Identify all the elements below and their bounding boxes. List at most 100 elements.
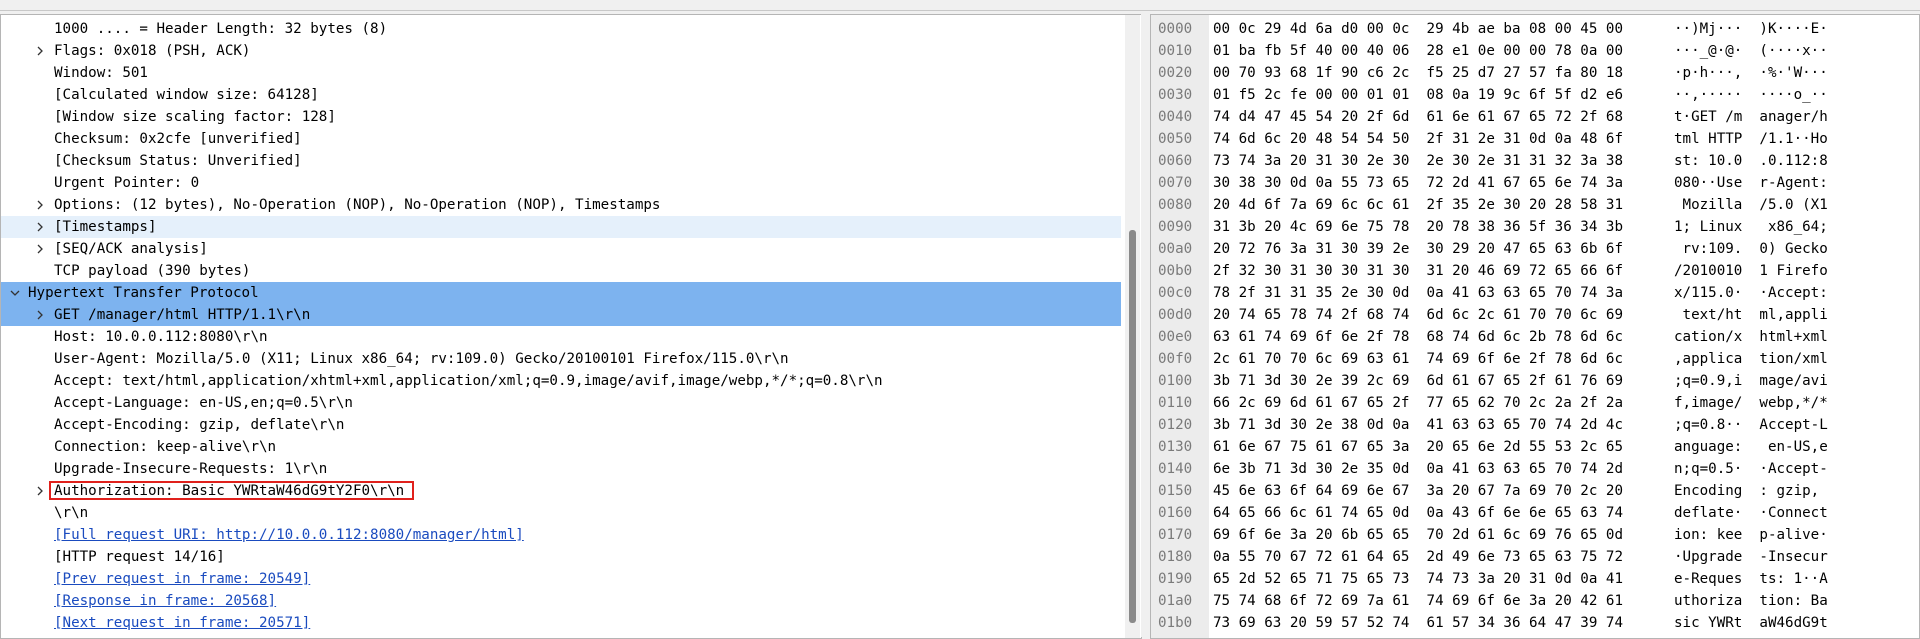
- details-scrollbar[interactable]: [1125, 15, 1140, 638]
- ascii-bytes[interactable]: e-Reques ts: 1··A: [1674, 568, 1828, 590]
- ascii-bytes[interactable]: 080··Use r-Agent:: [1674, 172, 1828, 194]
- ascii-bytes[interactable]: Y2F0····: [1674, 634, 1742, 638]
- tree-row[interactable]: [Calculated window size: 64128]: [1, 84, 1121, 106]
- ascii-bytes[interactable]: cation/x html+xml: [1674, 326, 1828, 348]
- hex-bytes[interactable]: 45 6e 63 6f 64 69 6e 67 3a 20 67 7a 69 7…: [1213, 480, 1623, 502]
- details-scrollbar-thumb[interactable]: [1129, 230, 1136, 623]
- hex-bytes[interactable]: 20 74 65 78 74 2f 68 74 6d 6c 2c 61 70 7…: [1213, 304, 1623, 326]
- tree-row[interactable]: Window: 501: [1, 62, 1121, 84]
- hex-bytes[interactable]: 3b 71 3d 30 2e 38 0d 0a 41 63 63 65 70 7…: [1213, 414, 1623, 436]
- hex-bytes[interactable]: 2f 32 30 31 30 30 31 30 31 20 46 69 72 6…: [1213, 260, 1623, 282]
- ascii-bytes[interactable]: x/115.0· ·Accept:: [1674, 282, 1828, 304]
- hex-bytes[interactable]: 65 2d 52 65 71 75 65 73 74 73 3a 20 31 0…: [1213, 568, 1623, 590]
- hex-bytes[interactable]: 74 6d 6c 20 48 54 54 50 2f 31 2e 31 0d 0…: [1213, 128, 1623, 150]
- ascii-bytes[interactable]: ion: kee p-alive·: [1674, 524, 1828, 546]
- ascii-bytes[interactable]: ·p·h···, ·%·'W···: [1674, 62, 1828, 84]
- tree-row[interactable]: Upgrade-Insecure-Requests: 1\r\n: [1, 458, 1121, 480]
- tree-row[interactable]: [SEQ/ACK analysis]: [1, 238, 1121, 260]
- hex-bytes[interactable]: 69 6f 6e 3a 20 6b 65 65 70 2d 61 6c 69 7…: [1213, 524, 1623, 546]
- tree-row[interactable]: [Full request URI: http://10.0.0.112:808…: [1, 524, 1121, 546]
- hex-bytes[interactable]: 20 4d 6f 7a 69 6c 6c 61 2f 35 2e 30 20 2…: [1213, 194, 1623, 216]
- hex-bytes[interactable]: 30 38 30 0d 0a 55 73 65 72 2d 41 67 65 6…: [1213, 172, 1623, 194]
- chevron-right-icon[interactable]: [33, 216, 47, 238]
- tree-row[interactable]: [Window size scaling factor: 128]: [1, 106, 1121, 128]
- ascii-bytes[interactable]: rv:109. 0) Gecko: [1674, 238, 1828, 260]
- field-link[interactable]: [Full request URI: http://10.0.0.112:808…: [54, 524, 524, 546]
- ascii-bytes[interactable]: uthoriza tion: Ba: [1674, 590, 1828, 612]
- ascii-bytes[interactable]: ,applica tion/xml: [1674, 348, 1828, 370]
- chevron-down-icon[interactable]: [8, 282, 22, 304]
- field-link[interactable]: [Prev request in frame: 20549]: [54, 568, 310, 590]
- tree-row[interactable]: [Prev request in frame: 20549]: [1, 568, 1121, 590]
- tree-row[interactable]: Accept-Encoding: gzip, deflate\r\n: [1, 414, 1121, 436]
- tree-row[interactable]: Connection: keep-alive\r\n: [1, 436, 1121, 458]
- hex-bytes[interactable]: 75 74 68 6f 72 69 7a 61 74 69 6f 6e 3a 2…: [1213, 590, 1623, 612]
- tree-row[interactable]: Checksum: 0x2cfe [unverified]: [1, 128, 1121, 150]
- field-link[interactable]: [Response in frame: 20568]: [54, 590, 276, 612]
- ascii-bytes[interactable]: deflate· ·Connect: [1674, 502, 1828, 524]
- ascii-bytes[interactable]: anguage: en-US,e: [1674, 436, 1828, 458]
- hex-bytes[interactable]: 01 ba fb 5f 40 00 40 06 28 e1 0e 00 00 7…: [1213, 40, 1623, 62]
- ascii-bytes[interactable]: ··,····· ····o_··: [1674, 84, 1828, 106]
- pane-splitter[interactable]: [1141, 14, 1149, 637]
- tree-row[interactable]: [Next request in frame: 20571]: [1, 612, 1121, 634]
- ascii-bytes[interactable]: f,image/ webp,*/*: [1674, 392, 1828, 414]
- hex-bytes[interactable]: 6e 3b 71 3d 30 2e 35 0d 0a 41 63 63 65 7…: [1213, 458, 1623, 480]
- hex-bytes[interactable]: 20 72 76 3a 31 30 39 2e 30 29 20 47 65 6…: [1213, 238, 1623, 260]
- chevron-right-icon[interactable]: [33, 304, 47, 326]
- tree-row[interactable]: User-Agent: Mozilla/5.0 (X11; Linux x86_…: [1, 348, 1121, 370]
- hex-bytes[interactable]: 63 61 74 69 6f 6e 2f 78 68 74 6d 6c 2b 7…: [1213, 326, 1623, 348]
- ascii-bytes[interactable]: sic YWRt aW46dG9t: [1674, 612, 1828, 634]
- hex-bytes[interactable]: 66 2c 69 6d 61 67 65 2f 77 65 62 70 2c 2…: [1213, 392, 1623, 414]
- hex-bytes[interactable]: 73 69 63 20 59 57 52 74 61 57 34 36 64 4…: [1213, 612, 1623, 634]
- hex-bytes[interactable]: 64 65 66 6c 61 74 65 0d 0a 43 6f 6e 6e 6…: [1213, 502, 1623, 524]
- hex-bytes[interactable]: 00 70 93 68 1f 90 c6 2c f5 25 d7 27 57 f…: [1213, 62, 1623, 84]
- ascii-bytes[interactable]: st: 10.0 .0.112:8: [1674, 150, 1828, 172]
- hex-bytes[interactable]: 0a 55 70 67 72 61 64 65 2d 49 6e 73 65 6…: [1213, 546, 1623, 568]
- tree-row[interactable]: [HTTP request 14/16]: [1, 546, 1121, 568]
- tree-row[interactable]: [Checksum Status: Unverified]: [1, 150, 1121, 172]
- chevron-right-icon[interactable]: [33, 238, 47, 260]
- ascii-bytes[interactable]: ··)Mj··· )K····E·: [1674, 18, 1828, 40]
- tree-row[interactable]: 1000 .... = Header Length: 32 bytes (8): [1, 18, 1121, 40]
- hex-bytes[interactable]: 00 0c 29 4d 6a d0 00 0c 29 4b ae ba 08 0…: [1213, 18, 1623, 40]
- tree-row[interactable]: [Timestamps]: [1, 216, 1121, 238]
- ascii-bytes[interactable]: 1; Linux x86_64;: [1674, 216, 1828, 238]
- tree-row[interactable]: Accept: text/html,application/xhtml+xml,…: [1, 370, 1121, 392]
- field-link[interactable]: [Next request in frame: 20571]: [54, 612, 310, 634]
- chevron-right-icon[interactable]: [33, 194, 47, 216]
- ascii-bytes[interactable]: ···_@·@· (····x··: [1674, 40, 1828, 62]
- tree-row[interactable]: Host: 10.0.0.112:8080\r\n: [1, 326, 1121, 348]
- packet-details-pane[interactable]: 1000 .... = Header Length: 32 bytes (8) F…: [0, 14, 1142, 639]
- tree-row[interactable]: Accept-Language: en-US,en;q=0.5\r\n: [1, 392, 1121, 414]
- tree-row[interactable]: Options: (12 bytes), No-Operation (NOP),…: [1, 194, 1121, 216]
- tree-row[interactable]: GET /manager/html HTTP/1.1\r\n: [1, 304, 1121, 326]
- tree-row[interactable]: Hypertext Transfer Protocol: [1, 282, 1121, 304]
- chevron-right-icon[interactable]: [33, 40, 47, 62]
- tree-row[interactable]: Authorization: Basic YWRtaW46dG9tY2F0\r\…: [1, 480, 1121, 502]
- hex-bytes[interactable]: 01 f5 2c fe 00 00 01 01 08 0a 19 9c 6f 5…: [1213, 84, 1623, 106]
- ascii-bytes[interactable]: Encoding : gzip,: [1674, 480, 1828, 502]
- hex-bytes[interactable]: 78 2f 31 31 35 2e 30 0d 0a 41 63 63 65 7…: [1213, 282, 1623, 304]
- tree-row[interactable]: Flags: 0x018 (PSH, ACK): [1, 40, 1121, 62]
- ascii-bytes[interactable]: n;q=0.5· ·Accept-: [1674, 458, 1828, 480]
- ascii-bytes[interactable]: t·GET /m anager/h: [1674, 106, 1828, 128]
- tree-row[interactable]: Urgent Pointer: 0: [1, 172, 1121, 194]
- tree-row[interactable]: TCP payload (390 bytes): [1, 260, 1121, 282]
- tree-row[interactable]: \r\n: [1, 502, 1121, 524]
- tree-row[interactable]: [Response in frame: 20568]: [1, 590, 1121, 612]
- hex-bytes[interactable]: 31 3b 20 4c 69 6e 75 78 20 78 38 36 5f 3…: [1213, 216, 1623, 238]
- ascii-bytes[interactable]: ;q=0.9,i mage/avi: [1674, 370, 1828, 392]
- hex-bytes[interactable]: 74 d4 47 45 54 20 2f 6d 61 6e 61 67 65 7…: [1213, 106, 1623, 128]
- packet-bytes-pane[interactable]: 0000 00 0c 29 4d 6a d0 00 0c 29 4b ae ba …: [1150, 14, 1920, 639]
- ascii-bytes[interactable]: /2010010 1 Firefo: [1674, 260, 1828, 282]
- ascii-bytes[interactable]: ·Upgrade -Insecur: [1674, 546, 1828, 568]
- ascii-bytes[interactable]: text/ht ml,appli: [1674, 304, 1828, 326]
- ascii-bytes[interactable]: ;q=0.8·· Accept-L: [1674, 414, 1828, 436]
- hex-bytes[interactable]: 59 32 46 30 0d 0a 0d 0a: [1213, 634, 1409, 638]
- chevron-right-icon[interactable]: [33, 480, 47, 502]
- hex-bytes[interactable]: 3b 71 3d 30 2e 39 2c 69 6d 61 67 65 2f 6…: [1213, 370, 1623, 392]
- ascii-bytes[interactable]: tml HTTP /1.1··Ho: [1674, 128, 1828, 150]
- ascii-bytes[interactable]: Mozilla /5.0 (X1: [1674, 194, 1828, 216]
- hex-bytes[interactable]: 73 74 3a 20 31 30 2e 30 2e 30 2e 31 31 3…: [1213, 150, 1623, 172]
